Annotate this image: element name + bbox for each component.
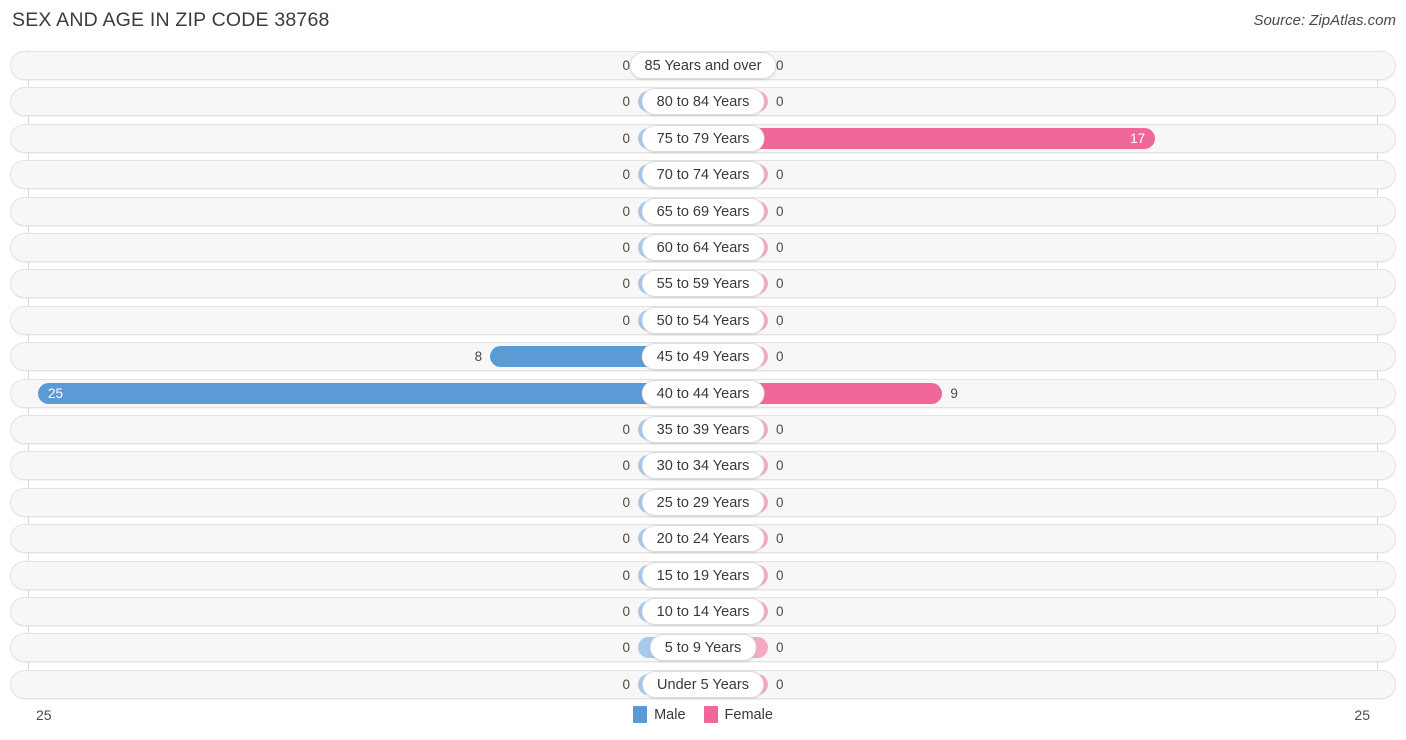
value-label-male: 0 (622, 167, 630, 183)
value-label-male: 0 (622, 676, 630, 692)
value-label-male: 0 (622, 312, 630, 328)
age-group-label: 35 to 39 Years (641, 416, 765, 443)
age-group-label: 20 to 24 Years (641, 525, 765, 553)
value-label-male: 0 (622, 94, 630, 110)
age-group-row[interactable]: 0 0 20 to 24 Years (10, 524, 1396, 554)
value-label-female: 0 (776, 167, 784, 183)
age-group-row[interactable]: 8 0 45 to 49 Years (10, 342, 1396, 372)
bar-male[interactable] (38, 382, 703, 404)
age-group-row[interactable]: 0 0 35 to 39 Years (10, 415, 1396, 444)
age-group-label: 75 to 79 Years (641, 124, 765, 152)
value-label-female: 0 (776, 58, 784, 73)
value-label-female: 0 (776, 640, 784, 656)
age-group-label: 5 to 9 Years (649, 634, 757, 662)
age-group-label: 60 to 64 Years (641, 234, 765, 261)
value-label-female: 0 (776, 94, 784, 110)
age-group-row[interactable]: 0 0 55 to 59 Years (10, 269, 1396, 299)
age-group-label: 45 to 49 Years (641, 343, 765, 371)
age-group-row[interactable]: 0 0 Under 5 Years (10, 669, 1396, 699)
value-label-female: 0 (776, 203, 784, 219)
value-label-female: 0 (776, 349, 784, 365)
source-attribution: Source: ZipAtlas.com (1253, 12, 1396, 29)
value-label-female: 0 (776, 240, 784, 255)
value-label-male: 0 (622, 240, 630, 255)
value-label-male: 0 (622, 640, 630, 656)
value-label-female: 0 (776, 531, 784, 547)
pyramid-chart-plot: 0 0 85 Years and over 0 0 80 to 84 Years 0 17 75… (0, 46, 1406, 700)
age-group-row[interactable]: 0 17 75 to 79 Years (10, 123, 1396, 153)
age-group-row-list: 0 0 85 Years and over 0 0 80 to 84 Years 0 17 75… (0, 46, 1406, 700)
value-label-male: 0 (622, 276, 630, 292)
age-group-row[interactable]: 0 0 15 to 19 Years (10, 560, 1396, 590)
value-label-female: 0 (776, 604, 784, 619)
age-group-row[interactable]: 0 0 80 to 84 Years (10, 87, 1396, 117)
age-group-label: 50 to 54 Years (641, 306, 765, 334)
value-label-male: 0 (622, 494, 630, 510)
chart-legend: Male Female (0, 706, 1406, 723)
value-label-male: 0 (622, 422, 630, 437)
value-label-female: 17 (1130, 130, 1146, 146)
legend-label-female: Female (724, 706, 773, 723)
age-group-row[interactable]: 0 0 50 to 54 Years (10, 305, 1396, 335)
age-group-row[interactable]: 0 0 5 to 9 Years (10, 633, 1396, 663)
age-group-row[interactable]: 0 0 65 to 69 Years (10, 196, 1396, 226)
value-label-female: 0 (776, 676, 784, 692)
age-group-label: 65 to 69 Years (641, 197, 765, 225)
age-group-label: Under 5 Years (642, 670, 764, 698)
age-group-row[interactable]: 0 0 30 to 34 Years (10, 451, 1396, 481)
age-group-row[interactable]: 0 0 25 to 29 Years (10, 487, 1396, 517)
value-label-female: 0 (776, 567, 784, 583)
age-group-row[interactable]: 0 0 70 to 74 Years (10, 160, 1396, 190)
age-group-label: 70 to 74 Years (641, 161, 765, 189)
age-group-label: 30 to 34 Years (641, 452, 765, 480)
age-group-row[interactable]: 0 0 60 to 64 Years (10, 233, 1396, 262)
value-label-male: 0 (622, 203, 630, 219)
chart-header: SEX AND AGE IN ZIP CODE 38768 Source: Zi… (0, 0, 1406, 46)
age-group-row[interactable]: 0 0 10 to 14 Years (10, 597, 1396, 626)
value-label-female: 9 (950, 385, 958, 401)
age-group-label: 10 to 14 Years (641, 598, 765, 625)
value-label-female: 0 (776, 458, 784, 474)
age-group-label: 85 Years and over (629, 52, 777, 79)
value-label-female: 0 (776, 276, 784, 292)
value-label-female: 0 (776, 422, 784, 437)
legend-item-male[interactable]: Male (633, 706, 686, 723)
value-label-male: 0 (622, 567, 630, 583)
legend-item-female[interactable]: Female (703, 706, 773, 723)
value-label-female: 0 (776, 312, 784, 328)
age-group-label: 15 to 19 Years (641, 561, 765, 589)
age-group-label: 55 to 59 Years (641, 270, 765, 298)
legend-swatch-female-icon (703, 706, 718, 723)
page-title: SEX AND AGE IN ZIP CODE 38768 (12, 9, 330, 31)
value-label-male: 25 (48, 385, 64, 401)
value-label-male: 0 (622, 58, 630, 73)
age-group-label: 25 to 29 Years (641, 488, 765, 516)
age-group-row[interactable]: 25 9 40 to 44 Years (10, 378, 1396, 408)
value-label-male: 0 (622, 604, 630, 619)
legend-label-male: Male (654, 706, 686, 723)
value-label-male: 0 (622, 458, 630, 474)
value-label-male: 0 (622, 531, 630, 547)
value-label-female: 0 (776, 494, 784, 510)
value-label-male: 0 (622, 130, 630, 146)
chart-footer: 25 25 Male Female (0, 700, 1406, 740)
age-group-label: 80 to 84 Years (641, 88, 765, 116)
legend-swatch-male-icon (633, 706, 648, 723)
age-group-row[interactable]: 0 0 85 Years and over (10, 51, 1396, 80)
age-group-label: 40 to 44 Years (641, 379, 765, 407)
value-label-male: 8 (474, 349, 483, 365)
